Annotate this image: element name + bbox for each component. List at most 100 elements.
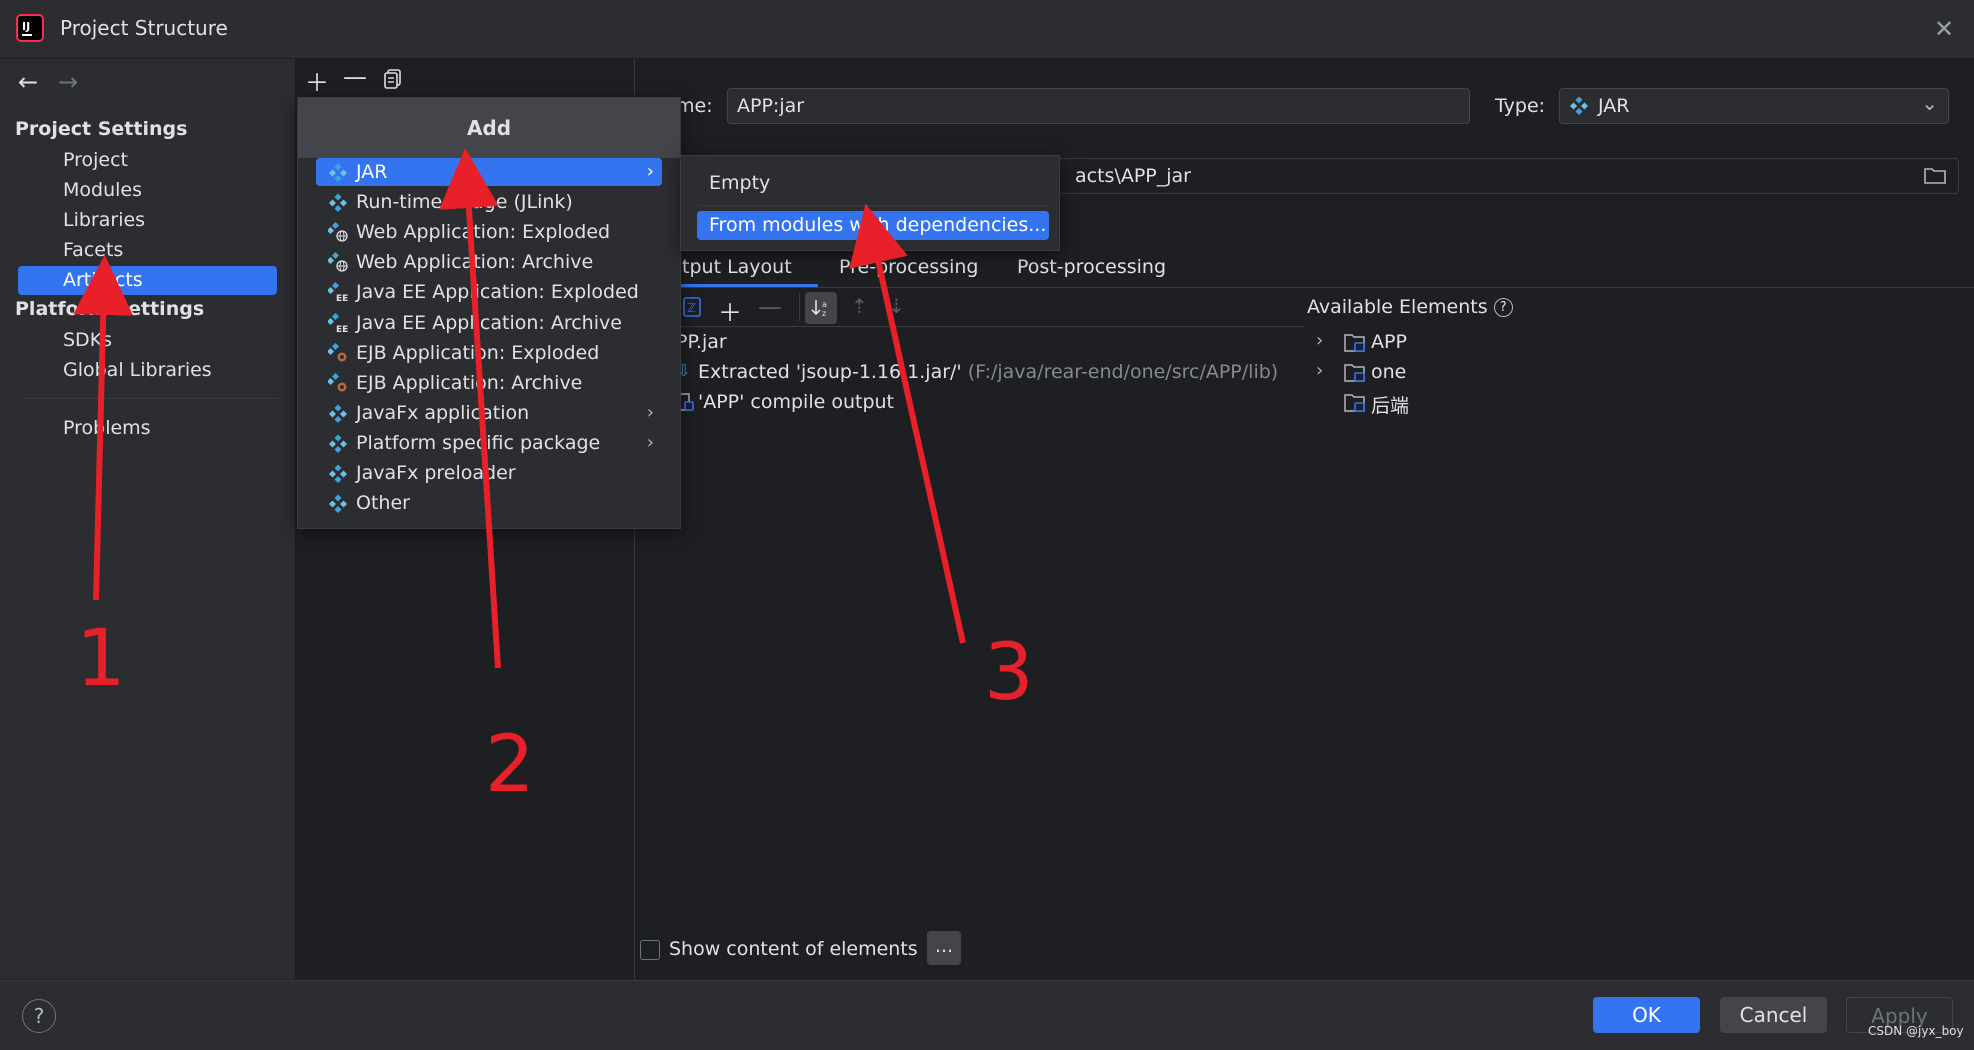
annotation-number-2: 2	[485, 720, 535, 810]
add-menu-item-label: JavaFx preloader	[356, 462, 516, 484]
sidebar-divider	[22, 398, 280, 399]
available-item-app[interactable]: APP	[1371, 331, 1407, 353]
add-icon[interactable]: ＋	[305, 63, 329, 98]
sidebar-item-modules[interactable]: Modules	[63, 179, 142, 201]
create-directory-icon[interactable]: ℤ	[683, 297, 701, 317]
module-folder-icon	[1344, 394, 1365, 412]
submenu-item-from-modules[interactable]: From modules with dependencies...	[697, 211, 1049, 240]
jar-icon	[328, 459, 348, 487]
add-copy-of-icon[interactable]: ＋	[718, 293, 742, 328]
layout-tree-item-jsoup-label: Extracted 'jsoup-1.16.1.jar/'	[698, 361, 962, 383]
forward-arrow-icon[interactable]: →	[58, 68, 78, 96]
ok-button[interactable]: OK	[1593, 997, 1700, 1033]
javaee-icon: EE	[326, 278, 348, 306]
jar-icon	[328, 158, 348, 186]
window-title: Project Structure	[60, 16, 228, 40]
sidebar-item-global-libraries[interactable]: Global Libraries	[63, 359, 212, 381]
module-folder-icon	[1344, 334, 1365, 352]
add-menu-item-jar[interactable]: JAR ›	[316, 158, 662, 186]
tab-pre-processing[interactable]: Pre-processing	[839, 256, 978, 278]
add-menu-item-label: Java EE Application: Archive	[356, 311, 622, 334]
add-menu-item-web-application-exploded[interactable]: Web Application: Exploded	[316, 218, 662, 246]
add-menu-item-java-ee-application-exploded[interactable]: EE Java EE Application: Exploded	[316, 278, 662, 306]
help-button[interactable]: ?	[22, 999, 56, 1033]
add-menu-item-label: Platform specific package	[356, 431, 601, 454]
submenu-item-from-modules-label: From modules with dependencies...	[709, 214, 1047, 236]
available-item-one[interactable]: one	[1371, 361, 1406, 383]
type-select[interactable]: JAR ⌄	[1559, 88, 1949, 124]
name-field-value: APP:jar	[737, 95, 805, 117]
add-menu-item-java-ee-application-archive[interactable]: EE Java EE Application: Archive	[316, 309, 662, 337]
add-menu-item-label: Other	[356, 492, 410, 515]
move-down-icon[interactable]: ⇣	[888, 294, 905, 318]
help-icon[interactable]: ?	[1493, 298, 1513, 317]
sidebar-item-problems[interactable]: Problems	[63, 417, 151, 439]
jar-icon	[328, 188, 348, 216]
available-item-backend[interactable]: 后端	[1371, 391, 1409, 418]
ellipsis-button[interactable]: ...	[927, 931, 961, 965]
ejb-icon	[326, 339, 348, 367]
name-label: me:	[676, 95, 713, 117]
add-menu-item-label: EJB Application: Exploded	[356, 341, 600, 364]
sort-elements-button[interactable]: a z	[805, 292, 837, 324]
add-menu-item-label: Web Application: Exploded	[356, 221, 611, 244]
tab-output-layout[interactable]: utput Layout	[670, 256, 792, 278]
available-elements-text: Available Elements	[1307, 296, 1488, 318]
name-field[interactable]: APP:jar	[727, 88, 1470, 124]
show-content-checkbox[interactable]	[640, 940, 660, 960]
add-menu-item-web-application-archive[interactable]: Web Application: Archive	[316, 248, 662, 276]
tab-post-processing[interactable]: Post-processing	[1017, 256, 1166, 278]
project-settings-heading: Project Settings	[15, 118, 188, 140]
svg-text:a: a	[822, 300, 827, 309]
output-directory-field[interactable]: acts\APP_jar	[1058, 158, 1959, 194]
add-menu-item-javafx-application[interactable]: JavaFx application ›	[316, 399, 662, 427]
add-menu-item-ejb-application-exploded[interactable]: EJB Application: Exploded	[316, 339, 662, 367]
expand-chevron-icon[interactable]: ›	[1316, 330, 1323, 351]
add-menu-item-platform-specific-package[interactable]: Platform specific package ›	[316, 429, 662, 457]
cancel-button[interactable]: Cancel	[1720, 997, 1827, 1033]
back-arrow-icon[interactable]: ←	[18, 68, 38, 96]
remove-icon[interactable]: —	[343, 63, 367, 91]
add-menu-item-label: Web Application: Archive	[356, 251, 594, 274]
layout-tree-item-compile-output[interactable]: 'APP' compile output	[698, 391, 894, 413]
add-artifact-popup: Add JAR › Run-time image (JLink) Web Applic…	[297, 97, 681, 529]
intellij-logo-icon: IJ	[16, 14, 44, 42]
sort-icon: a z	[811, 300, 827, 318]
sidebar-item-facets[interactable]: Facets	[63, 239, 123, 261]
svg-text:EE: EE	[336, 325, 348, 335]
submenu-item-empty[interactable]: Empty	[709, 172, 770, 194]
sidebar-item-libraries[interactable]: Libraries	[63, 209, 145, 231]
sidebar-item-project[interactable]: Project	[63, 149, 128, 171]
available-elements-label: Available Elements ?	[1307, 296, 1513, 318]
add-menu-item-javafx-preloader[interactable]: JavaFx preloader	[316, 459, 662, 487]
sidebar-item-sdks[interactable]: SDKs	[63, 329, 112, 351]
add-menu-item-run-time-image-jlink[interactable]: Run-time image (JLink)	[316, 188, 662, 216]
add-menu-item-ejb-application-archive[interactable]: EJB Application: Archive	[316, 369, 662, 397]
add-menu-item-other[interactable]: Other	[316, 489, 662, 517]
sidebar-selection-highlight	[18, 266, 277, 295]
type-select-value: JAR	[1598, 95, 1630, 117]
move-up-icon[interactable]: ⇡	[851, 294, 868, 318]
expand-chevron-icon[interactable]: ›	[1316, 360, 1323, 381]
add-menu-item-label: JAR	[356, 161, 388, 183]
remove-element-icon[interactable]: —	[758, 293, 782, 321]
web-icon	[326, 218, 348, 246]
copy-icon[interactable]	[384, 69, 402, 89]
jar-icon	[1570, 97, 1588, 115]
svg-text:IJ: IJ	[22, 20, 30, 33]
chevron-right-icon: ›	[646, 161, 654, 182]
folder-icon[interactable]	[1924, 166, 1946, 184]
active-tab-indicator	[670, 284, 818, 287]
toolbar-separator	[799, 293, 800, 321]
platform-settings-heading: Platform Settings	[15, 298, 205, 320]
layout-toolbar-divider	[676, 326, 1304, 327]
layout-tree-root[interactable]: PP.jar	[676, 331, 727, 353]
annotation-number-3: 3	[984, 628, 1034, 718]
sidebar-item-artifacts[interactable]: Artifacts	[63, 269, 143, 291]
jar-icon	[328, 489, 348, 517]
chevron-right-icon: ›	[646, 401, 654, 423]
annotation-arrow-3	[849, 203, 966, 644]
close-icon[interactable]: ✕	[1934, 15, 1954, 43]
chevron-right-icon: ›	[646, 431, 654, 453]
layout-tree-item-jsoup[interactable]: Extracted 'jsoup-1.16.1.jar/' (F:/java/r…	[698, 361, 1278, 383]
